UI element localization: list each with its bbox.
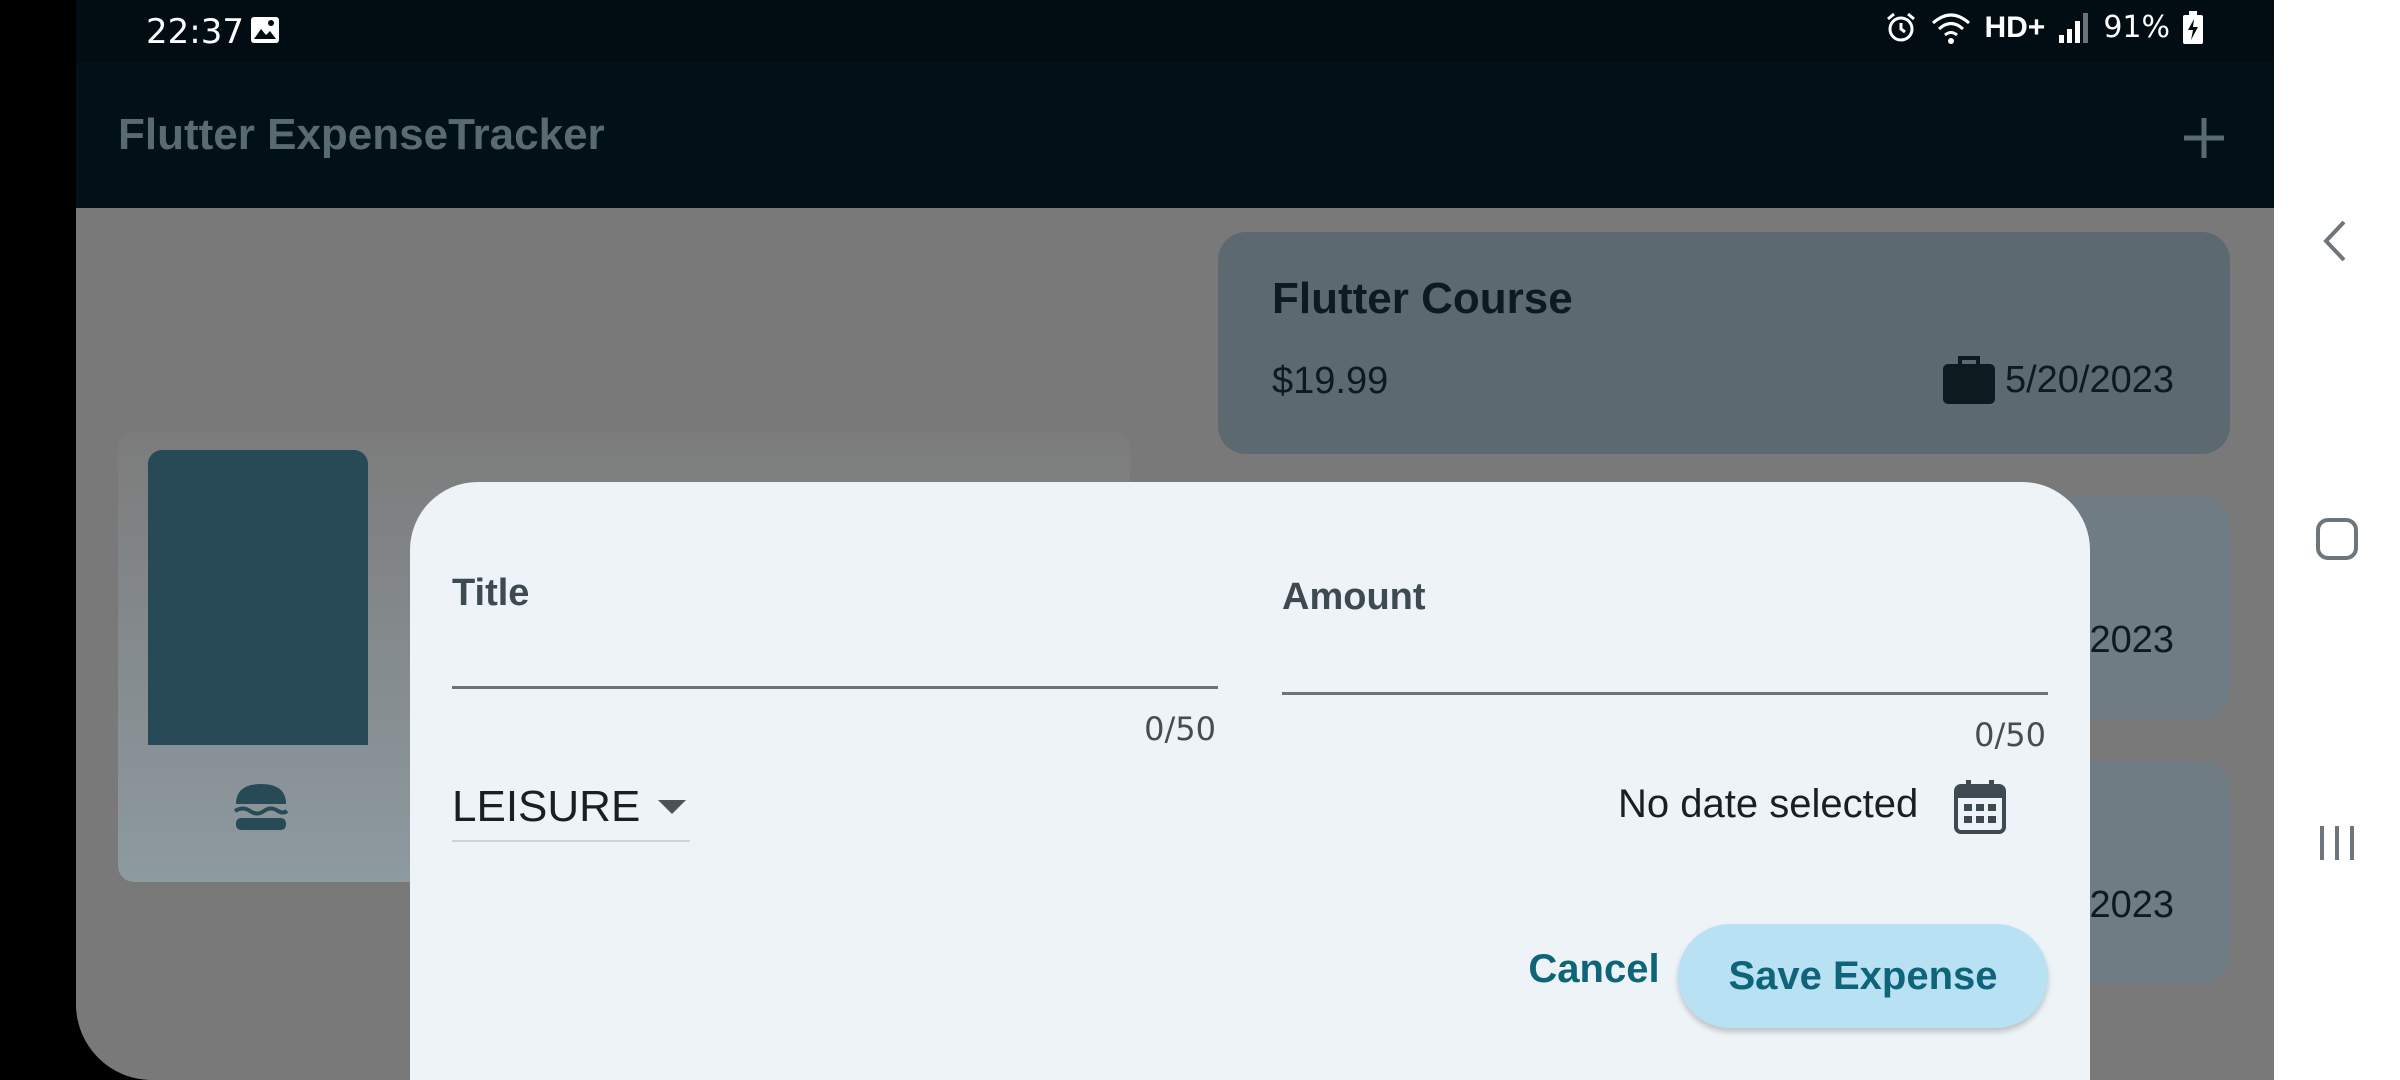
calendar-icon[interactable]	[1954, 778, 2006, 834]
home-icon[interactable]	[2314, 516, 2360, 562]
amount-input[interactable]	[1282, 632, 2048, 695]
system-nav-bar	[2274, 0, 2400, 1080]
amount-counter: 0/50	[1974, 716, 2046, 754]
wifi-icon	[1932, 13, 1971, 44]
signal-icon	[2059, 12, 2089, 43]
burger-icon	[233, 784, 289, 830]
battery-percent: 91%	[2103, 10, 2170, 45]
image-notification-icon	[251, 17, 279, 43]
title-label: Title	[452, 572, 530, 614]
plus-icon[interactable]	[2174, 108, 2234, 168]
title-input[interactable]	[452, 626, 1218, 689]
cancel-button[interactable]: Cancel	[1508, 924, 1680, 1014]
expense-meta: 5/20/2023	[1941, 354, 2174, 406]
amount-label: Amount	[1282, 576, 1426, 618]
category-selected: LEISURE	[452, 782, 641, 831]
status-time: 22:37	[146, 12, 244, 52]
network-type: HD+	[1984, 10, 2046, 44]
title-field: Title 0/50	[452, 572, 1218, 748]
date-status: No date selected	[1618, 782, 1919, 826]
expense-date: 5/20/2023	[2004, 358, 2174, 401]
battery-icon	[2183, 10, 2203, 44]
new-expense-sheet: Title 0/50 Amount 0/50 LEISURE No date s…	[410, 482, 2090, 1080]
save-expense-button[interactable]: Save Expense	[1678, 924, 2048, 1028]
expense-card[interactable]: Flutter Course $19.99 5/20/2023	[1218, 232, 2230, 454]
title-counter: 0/50	[1144, 710, 1216, 748]
back-icon[interactable]	[2316, 216, 2356, 266]
app-title: Flutter ExpenseTracker	[118, 110, 605, 159]
briefcase-icon	[1942, 356, 1995, 404]
recent-apps-icon[interactable]	[2314, 820, 2360, 866]
amount-field: Amount 0/50	[1282, 576, 2048, 754]
expense-title: Flutter Course	[1272, 274, 1573, 323]
status-bar: 22:37 HD+ 91%	[76, 0, 2274, 62]
alarm-icon	[1887, 12, 1916, 41]
dropdown-arrow-icon	[658, 800, 687, 814]
app-screen: 22:37 HD+ 91% Flutter ExpenseTracker Flu…	[76, 0, 2274, 1080]
chart-bar	[148, 450, 368, 745]
status-indicators: HD+ 91%	[1884, 10, 2204, 45]
app-bar: Flutter ExpenseTracker	[76, 62, 2274, 208]
expense-amount: $19.99	[1272, 360, 1389, 402]
category-dropdown[interactable]: LEISURE	[452, 774, 690, 842]
